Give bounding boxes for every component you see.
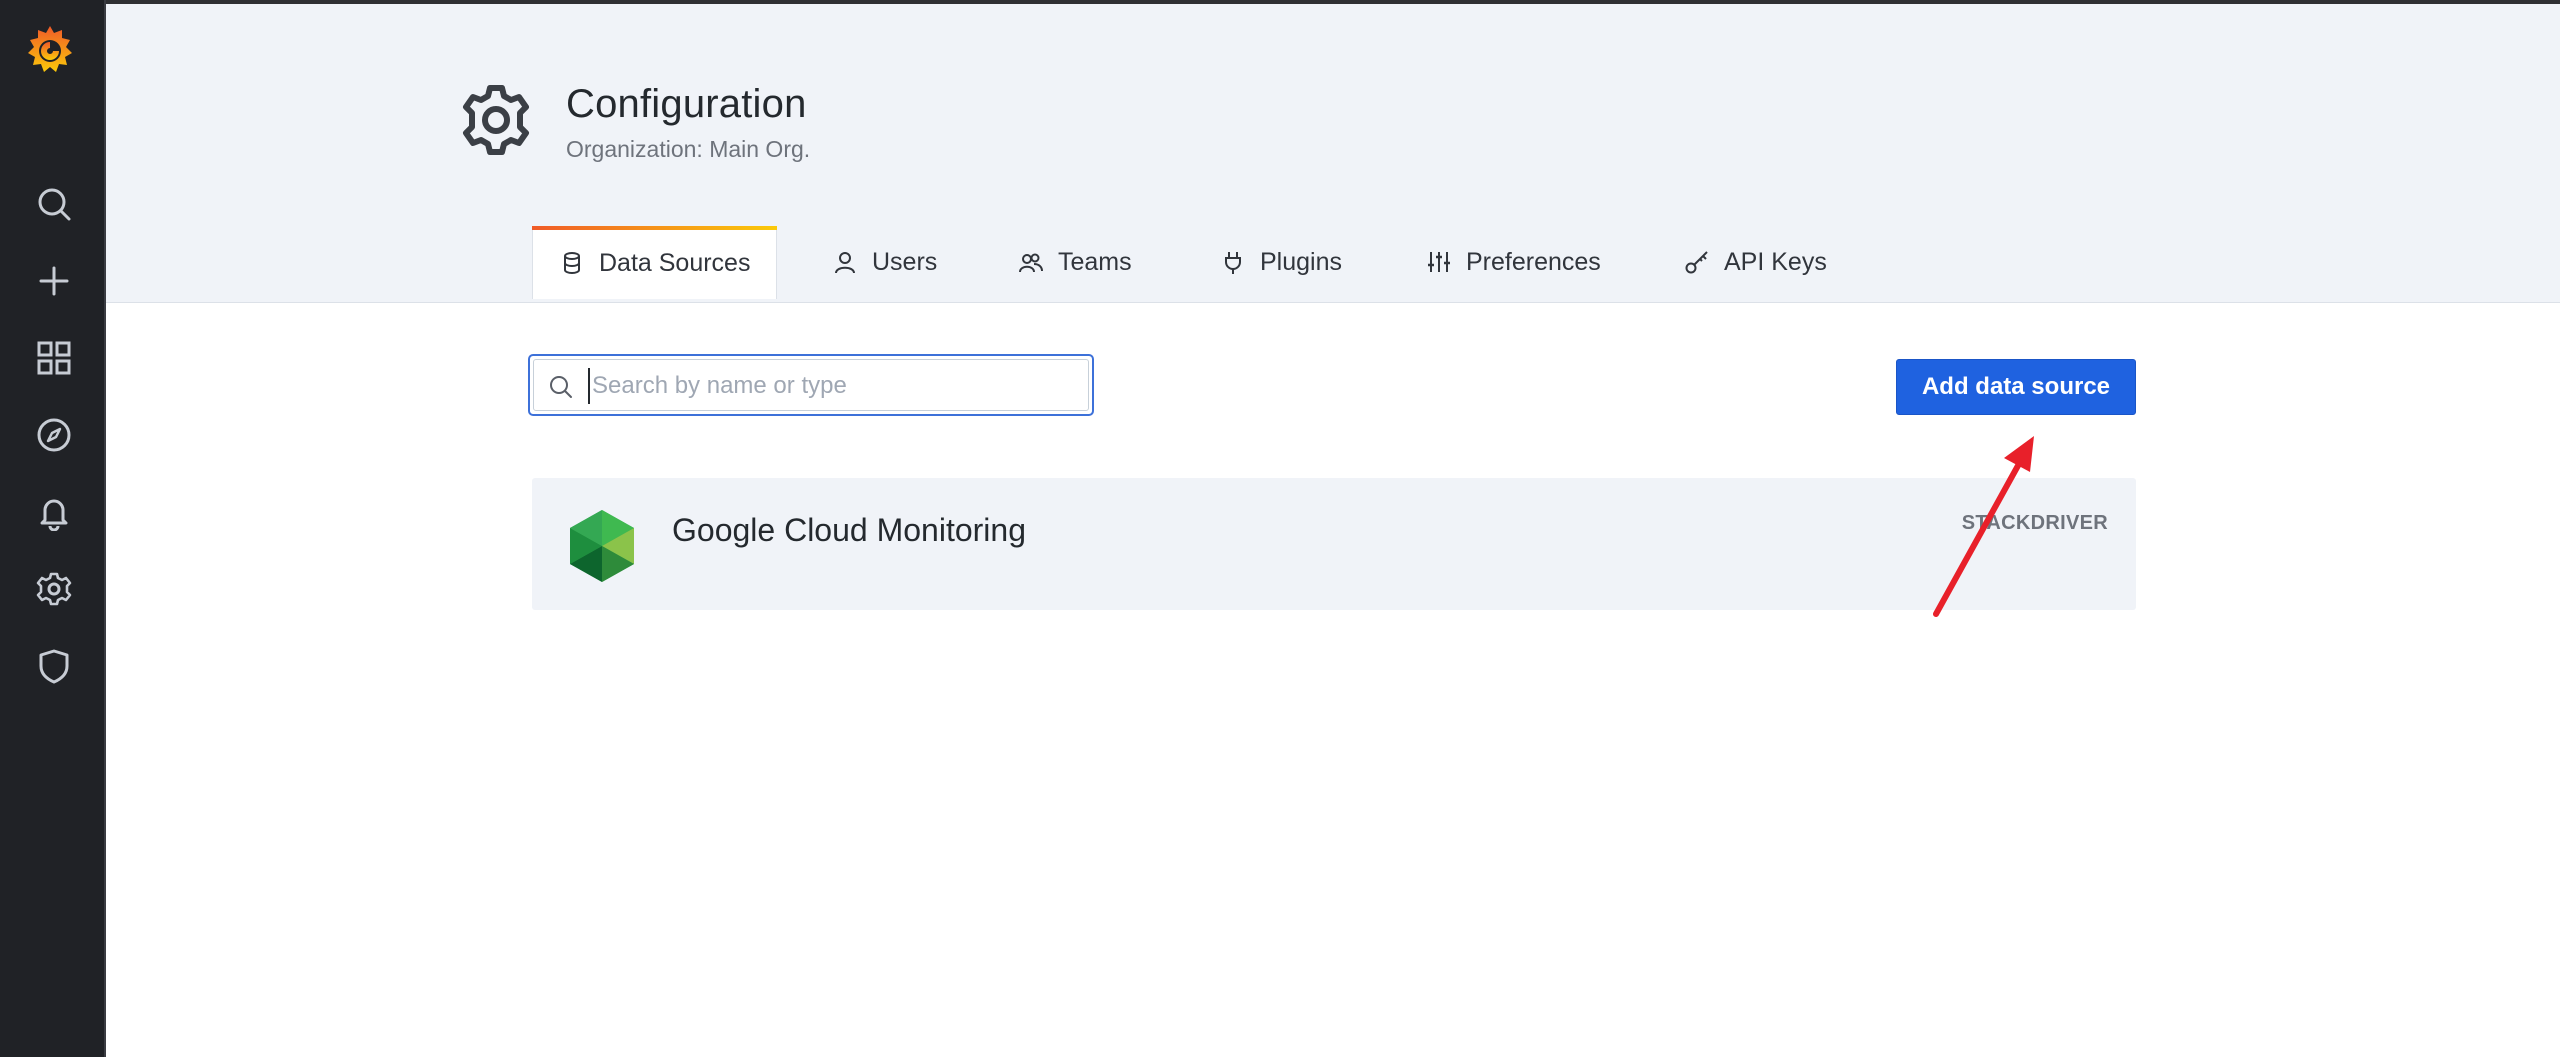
tab-teams[interactable]: Teams: [1018, 226, 1132, 298]
tab-plugins[interactable]: Plugins: [1220, 226, 1342, 298]
datasource-type: STACKDRIVER: [1961, 512, 2108, 534]
sidebar-item-dashboards[interactable]: [22, 326, 86, 390]
key-icon: [1685, 251, 1708, 274]
sidebar-item-explore[interactable]: [22, 403, 86, 467]
tab-label: Users: [872, 247, 938, 276]
dashboards-icon: [37, 341, 71, 375]
tab-label: Plugins: [1260, 247, 1342, 276]
datasource-name: Google Cloud Monitoring: [672, 512, 1026, 548]
page-subtitle: Organization: Main Org.: [566, 136, 811, 162]
gear-icon: [458, 82, 534, 158]
tab-preferences[interactable]: Preferences: [1426, 226, 1601, 298]
sidebar-item-create[interactable]: [22, 249, 86, 313]
sidebar-item-search[interactable]: [22, 172, 86, 236]
grafana-logo-icon[interactable]: [22, 22, 78, 78]
compass-icon: [37, 418, 71, 452]
google-cloud-monitoring-icon: [562, 506, 642, 586]
plug-icon: [1225, 252, 1241, 274]
tab-label: Teams: [1058, 247, 1132, 276]
datasource-card[interactable]: Google Cloud Monitoring STACKDRIVER: [532, 478, 2136, 610]
search-input[interactable]: [588, 368, 1072, 404]
tab-label: API Keys: [1724, 247, 1827, 276]
tab-label: Data Sources: [599, 248, 751, 277]
sidebar: [0, 0, 106, 1057]
tab-data-sources[interactable]: Data Sources: [532, 226, 778, 299]
tab-label: Preferences: [1466, 247, 1601, 276]
tab-users[interactable]: Users: [832, 226, 937, 298]
shield-icon: [39, 649, 69, 684]
page-title: Configuration: [566, 82, 807, 126]
plus-icon: [39, 266, 69, 296]
bell-icon: [40, 499, 68, 531]
search-box: [528, 354, 1094, 416]
user-icon: [835, 252, 855, 274]
gear-icon: [36, 572, 72, 606]
sidebar-item-alerting[interactable]: [22, 480, 86, 544]
search-icon: [38, 188, 71, 221]
search-field-wrapper: [533, 359, 1089, 411]
search-icon: [550, 376, 572, 398]
users-icon: [1019, 253, 1043, 273]
sidebar-item-configuration[interactable]: [22, 557, 86, 621]
add-data-source-button[interactable]: Add data source: [1896, 359, 2136, 415]
database-icon: [564, 252, 580, 274]
tab-api-keys[interactable]: API Keys: [1684, 226, 1827, 298]
sidebar-item-server-admin[interactable]: [22, 634, 86, 698]
sliders-icon: [1428, 252, 1450, 272]
